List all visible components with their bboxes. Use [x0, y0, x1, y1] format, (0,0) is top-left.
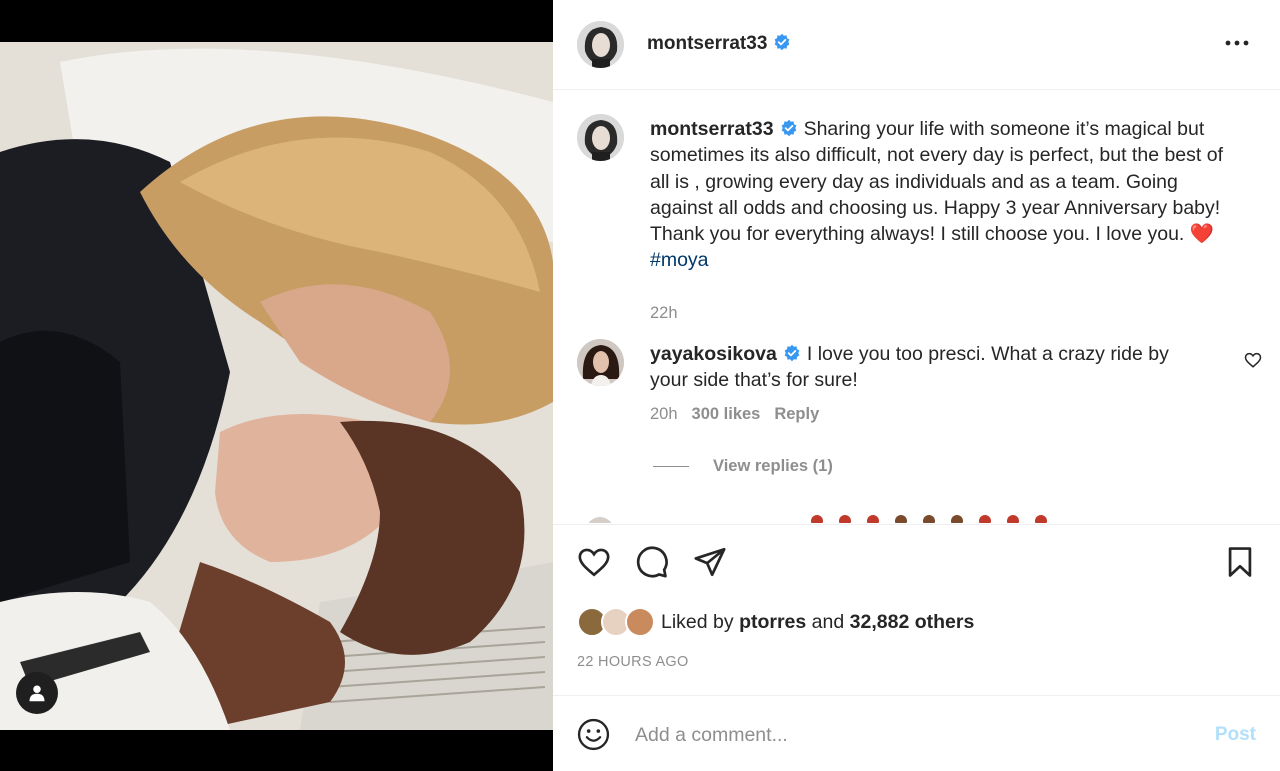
caption-text: montserrat33 Sharing your life with someo…: [650, 116, 1240, 274]
add-comment-bar: Post: [553, 695, 1280, 771]
commenter-avatar[interactable]: [577, 339, 624, 386]
comment-meta: 20h 300 likes Reply: [650, 405, 833, 424]
comment-input[interactable]: [635, 718, 1195, 752]
post-detail-panel: montserrat33 montserrat33 Sharing your li…: [553, 0, 1280, 771]
comment-text: yayakosikova I love you too presci. What …: [650, 341, 1210, 394]
liker-avatars: [577, 607, 655, 637]
next-comment-peek: [577, 511, 1257, 523]
paper-plane-icon[interactable]: [693, 545, 727, 579]
liked-by-connector: and: [811, 610, 845, 633]
post-photo[interactable]: [0, 42, 553, 730]
author-username[interactable]: montserrat33: [647, 33, 791, 55]
red-heart-emoji: ❤️: [1189, 223, 1215, 246]
liked-by-others[interactable]: 32,882 others: [850, 611, 975, 633]
comment-time[interactable]: 20h: [650, 405, 678, 423]
comment-bubble-icon[interactable]: [635, 545, 669, 579]
tagged-users-button[interactable]: [16, 672, 58, 714]
caption-author-avatar[interactable]: [577, 114, 624, 161]
post-comment-button[interactable]: Post: [1215, 724, 1256, 746]
verified-badge-icon: [784, 344, 800, 362]
comment-likes[interactable]: 300 likes: [692, 405, 761, 423]
post-timestamp[interactable]: 22 HOURS AGO: [577, 654, 689, 670]
liked-by-user[interactable]: ptorres: [739, 611, 806, 633]
more-options-icon[interactable]: [1224, 33, 1250, 53]
post-media-panel: [0, 0, 553, 771]
comment-like-heart-icon[interactable]: [1244, 351, 1262, 369]
liked-by-prefix: Liked by: [661, 610, 734, 633]
person-icon: [29, 685, 45, 702]
view-replies-label[interactable]: View replies (1): [713, 457, 833, 476]
bookmark-icon[interactable]: [1223, 545, 1257, 579]
caption-time[interactable]: 22h: [650, 304, 678, 323]
replies-divider: [653, 466, 689, 467]
hashtag-link[interactable]: #moya: [650, 249, 709, 271]
heart-icon[interactable]: [577, 545, 611, 579]
author-avatar[interactable]: [577, 21, 624, 68]
author-username-text[interactable]: montserrat33: [647, 33, 767, 54]
post-header: montserrat33: [553, 0, 1280, 90]
view-replies-button[interactable]: View replies (1): [653, 457, 833, 476]
reply-button[interactable]: Reply: [774, 405, 819, 423]
verified-badge-icon: [775, 33, 790, 51]
comments-list[interactable]: montserrat33 Sharing your life with someo…: [553, 91, 1280, 523]
verified-badge-icon: [781, 119, 796, 137]
commenter-username[interactable]: yayakosikova: [650, 343, 777, 365]
smiley-icon[interactable]: [577, 718, 610, 751]
post-actions: Liked by ptorres and 32,882 others 22 HO…: [553, 524, 1280, 694]
likes-summary: Liked by ptorres and 32,882 others: [577, 607, 974, 637]
liker-avatar[interactable]: [625, 607, 655, 637]
caption-username[interactable]: montserrat33: [650, 118, 774, 140]
likes-text: Liked by ptorres and 32,882 others: [661, 611, 974, 634]
